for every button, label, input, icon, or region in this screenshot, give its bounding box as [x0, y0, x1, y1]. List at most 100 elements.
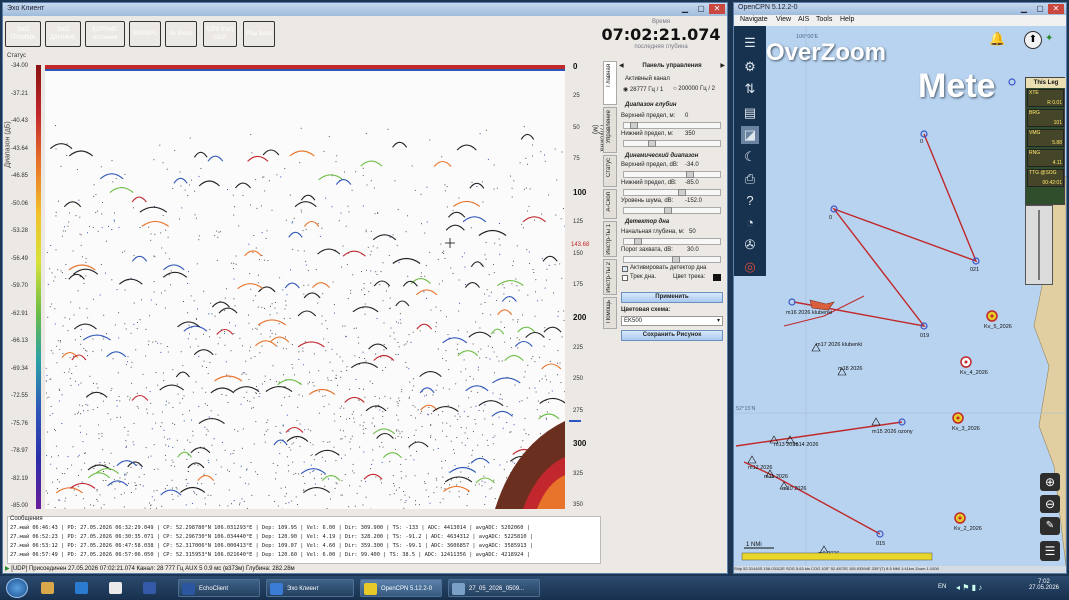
channel-1-radio[interactable]: ◉ 28777 Гц / 1 — [623, 86, 663, 93]
depth-tick-label: 325 — [573, 470, 584, 477]
leg-row-xte: XTE R 0.01 — [1027, 89, 1064, 107]
lower-db-slider[interactable] — [623, 189, 721, 196]
page-icon[interactable]: ▤ — [741, 104, 759, 122]
waypoint-label: 021 — [970, 267, 979, 273]
gprmc-source-button[interactable]: $GPRMC источник — [85, 21, 125, 47]
start-button[interactable] — [6, 578, 28, 598]
lifebuoy-icon[interactable]: ◎ — [741, 258, 759, 276]
close-icon[interactable]: ✕ — [709, 4, 725, 14]
collapse-right-icon[interactable]: ▶ — [720, 62, 725, 69]
ais-icon[interactable]: ✇ — [741, 236, 759, 254]
help-icon[interactable]: ? — [741, 192, 759, 210]
bottom-track-checkbox[interactable] — [622, 275, 628, 281]
channel-2-radio[interactable]: ○ 200000 Гц / 2 — [673, 86, 715, 92]
compass-icon[interactable]: ⬆ — [1024, 31, 1042, 49]
menu-tools[interactable]: Tools — [816, 16, 832, 23]
tray-icons[interactable]: ◂ ⚑ ▮ ♪ — [956, 583, 982, 592]
upper-db-label: Верхний предел, dB: — [621, 162, 679, 168]
upper-db-slider[interactable] — [623, 171, 721, 178]
taskbar-opencpn[interactable]: OpenCPN 5.12.2-0 — [360, 579, 442, 597]
bottom-detector-heading: Детектор дна — [625, 219, 670, 225]
language-indicator[interactable]: EN — [938, 584, 946, 590]
waypoint-label: Kv_5_2026 — [984, 324, 1012, 330]
tab-help[interactable]: Помощь — [603, 297, 617, 329]
route-manager-icon[interactable]: ⇅ — [741, 80, 759, 98]
depth-tick-label: 200 — [573, 313, 587, 323]
waypoint-label: m10 2026 — [782, 486, 806, 492]
message-line: 27.май 06:57:49 | PD: 27.05.2026 06:57:0… — [10, 552, 530, 558]
settings-gear-icon[interactable]: ⚙ — [741, 58, 759, 76]
tab-ascope[interactable]: А-Скоп — [603, 189, 617, 219]
tab-status[interactable]: Статус — [603, 155, 617, 187]
chart-icon[interactable]: ◪ — [741, 126, 759, 144]
chart-canvas[interactable]: 0 0 021 019 m16 2026 klubenki m17 2026 k… — [734, 26, 1066, 566]
dashboard-icon[interactable]: ◔ — [741, 214, 759, 232]
tab-control[interactable]: Управление — [603, 107, 617, 153]
opencpn-titlebar[interactable]: OpenCPN 5.12.2-0 ▁ ▢ ✕ — [734, 3, 1066, 15]
tool-pen-icon[interactable]: ✎ — [1040, 517, 1060, 535]
taskbar-calendar-icon[interactable] — [106, 579, 134, 597]
waypoint-label: m15 2026 ozony — [872, 429, 913, 435]
gpwpl-button[interactable]: $GPWPL — [129, 21, 161, 47]
noise-slider[interactable] — [623, 207, 721, 214]
hamburger-menu-icon[interactable]: ☰ — [1040, 541, 1060, 561]
echo-statusbar: ▶ [UDP] Присоединен 27.05.2026 07:02:21.… — [5, 565, 727, 574]
taskbar-media-icon[interactable] — [72, 579, 100, 597]
leg-row-brg: BRG 101 — [1027, 109, 1064, 127]
menu-view[interactable]: View — [776, 16, 791, 23]
depth-tick-label: 125 — [573, 219, 584, 226]
fishing-spot-marker[interactable] — [954, 512, 966, 524]
db-tick-label: -62.91 — [11, 310, 29, 317]
gps-from-udp-button[interactable]: GPS from UDP — [203, 21, 237, 47]
waypoint-label: Kv_3_2026 — [952, 426, 980, 432]
tides-icon[interactable]: ☾ — [741, 148, 759, 166]
taskbar-echoclient[interactable]: EchoClient — [178, 579, 260, 597]
activate-detector-checkbox[interactable] — [622, 266, 628, 272]
sv-mode-button[interactable]: Sv Mode — [165, 21, 197, 47]
print-icon[interactable]: ⎙ — [741, 170, 759, 188]
maximize-icon[interactable]: ▢ — [693, 4, 709, 14]
menu-navigate[interactable]: Navigate — [740, 16, 768, 23]
color-scheme-select[interactable]: EK500 ▾ — [621, 316, 723, 326]
start-depth-slider[interactable] — [623, 238, 721, 245]
upper-db-value: -34.0 — [685, 162, 699, 168]
tab-main[interactable]: Главная — [603, 61, 617, 105]
echo-titlebar[interactable]: Эхо Клиент ▁ ▢ ✕ — [3, 3, 727, 16]
save-image-button[interactable]: Сохранить Рисунок — [621, 330, 723, 341]
fishing-spot-marker[interactable] — [986, 310, 998, 322]
echo-window-title: Эхо Клиент — [7, 5, 45, 12]
fishing-spot-marker[interactable] — [952, 412, 964, 424]
playback-button[interactable]: Play Back — [243, 21, 275, 47]
echogram-button[interactable]: ЭХО ГРАММА — [5, 21, 41, 47]
minimize-icon[interactable]: ▁ — [1016, 4, 1032, 14]
upper-limit-slider[interactable] — [623, 122, 721, 129]
apply-button[interactable]: Применить — [621, 292, 723, 303]
maximize-icon[interactable]: ▢ — [1032, 4, 1048, 14]
menu-icon[interactable]: ☰ — [741, 34, 759, 52]
zoom-out-icon[interactable]: ⊖ — [1040, 495, 1060, 513]
fishing-spot-marker[interactable] — [960, 356, 972, 368]
echogram-svg — [45, 65, 565, 509]
taskbar-explorer-icon[interactable] — [38, 579, 66, 597]
zoom-in-icon[interactable]: ⊕ — [1040, 473, 1060, 491]
waypoint-marker[interactable] — [1008, 78, 1016, 86]
taskbar-echo-window[interactable]: Эхо Клиент — [266, 579, 354, 597]
close-icon[interactable]: ✕ — [1048, 4, 1064, 14]
depth-tick-label: 225 — [573, 344, 584, 351]
collapse-left-icon[interactable]: ◀ — [619, 62, 624, 69]
track-color-swatch[interactable] — [713, 274, 721, 281]
echo-data-button[interactable]: ЭХО ДАННЫЕ — [45, 21, 81, 47]
taskbar-image-file[interactable]: 27_05_2026_0509... — [448, 579, 540, 597]
menu-help[interactable]: Help — [840, 16, 854, 23]
menu-ais[interactable]: AIS — [798, 16, 809, 23]
tab-tools-2[interactable]: Инстр-ты 2 — [603, 259, 617, 295]
lower-limit-slider[interactable] — [623, 140, 721, 147]
threshold-slider[interactable] — [623, 256, 721, 263]
taskbar-app-icon[interactable] — [140, 579, 168, 597]
tray-clock[interactable]: 7:02 27.05.2026 — [1029, 579, 1059, 591]
db-tick-label: -53.28 — [11, 228, 29, 234]
alarm-bell-icon[interactable]: 🔔 — [989, 31, 1005, 47]
tab-tools-1[interactable]: Инстр-ты 1 — [603, 221, 617, 257]
minimize-icon[interactable]: ▁ — [677, 4, 693, 14]
echogram-plot[interactable] — [45, 65, 565, 509]
